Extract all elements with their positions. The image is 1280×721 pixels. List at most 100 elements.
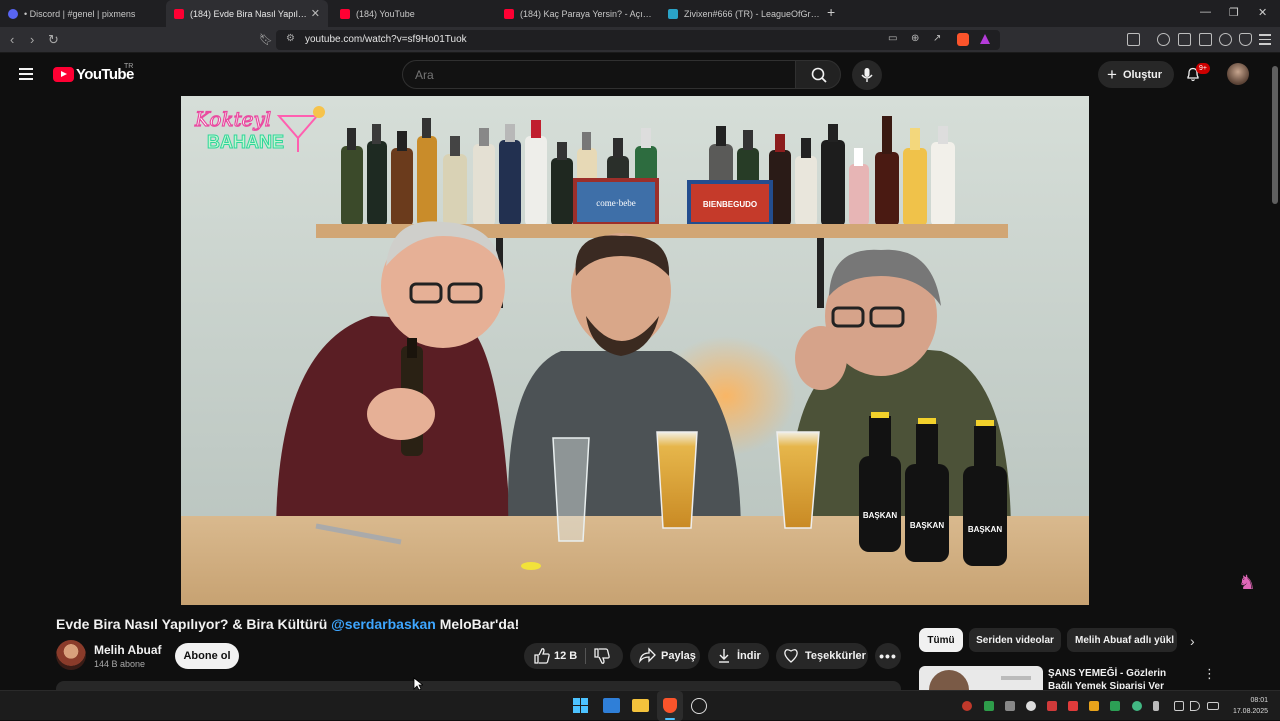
clock-time: 08:01 (1250, 697, 1268, 704)
tab-label: (184) Evde Bira Nasıl Yapılıyor (190, 8, 308, 19)
tray-app-icon[interactable] (1005, 701, 1015, 711)
wallet-icon[interactable] (1199, 33, 1212, 46)
channel-name[interactable]: Melih Abuaf (94, 643, 162, 657)
box-label-left: come·bebe (596, 198, 635, 208)
close-window-icon[interactable]: ✕ (1258, 6, 1267, 19)
mention-link[interactable]: @serdarbaskan (331, 616, 436, 632)
download-button[interactable]: İndir (708, 643, 769, 669)
tab-youtube-video[interactable]: (184) Evde Bira Nasıl Yapılıyor ✕ (166, 0, 328, 27)
chip-channel-uploads[interactable]: Melih Abuaf adlı yükl (1067, 628, 1177, 652)
tab-youtube-home[interactable]: (184) YouTube (332, 0, 492, 27)
search-box[interactable] (402, 60, 796, 89)
menu-icon[interactable] (1259, 34, 1271, 45)
new-tab-button[interactable]: + (827, 4, 835, 20)
scrollbar-thumb[interactable] (1272, 66, 1278, 204)
more-horiz-icon: ••• (879, 648, 897, 664)
thanks-heart-icon (784, 649, 798, 663)
chip-all[interactable]: Tümü (919, 628, 963, 652)
notifications-badge: 9+ (1196, 63, 1210, 74)
discord-icon (8, 8, 18, 19)
thanks-label: Teşekkürler (805, 650, 866, 662)
tab-leagueofgraphs[interactable]: Zivixen#666 (TR) - LeagueOfGraphs (660, 0, 820, 27)
music-icon[interactable] (1157, 33, 1170, 46)
box-label-right: BIENBEGUDO (703, 200, 757, 209)
tray-app-icon[interactable] (984, 701, 994, 711)
zoom-icon[interactable]: ⊕ (911, 33, 919, 44)
youtube-icon (340, 8, 350, 19)
video-frame: come·bebe BIENBEGUDO Kokteyl BAHANE BAŞK… (181, 96, 1089, 605)
bookmark-icon[interactable]: 🔖︎ (259, 33, 273, 46)
thanks-button[interactable]: Teşekkürler (776, 643, 868, 669)
video-player[interactable]: come·bebe BIENBEGUDO Kokteyl BAHANE BAŞK… (181, 96, 1089, 605)
tray-app-icon[interactable] (962, 701, 972, 711)
llama-icon: ♞ (1238, 572, 1256, 594)
youtube-icon (174, 8, 184, 19)
bottle-label: BAŞKAN (863, 511, 897, 520)
recommendation-title[interactable]: ŞANS YEMEĞİ - Gözlerin Bağlı Yemek Sipar… (1048, 667, 1188, 689)
voice-search-button[interactable] (852, 60, 882, 90)
like-count[interactable]: 12 B (554, 650, 577, 662)
sidebar-icon[interactable] (1178, 33, 1191, 46)
restore-icon[interactable]: ❐ (1229, 6, 1239, 19)
search-input[interactable] (415, 68, 775, 82)
share-icon (639, 647, 656, 664)
chip-series[interactable]: Seriden videolar (969, 628, 1061, 652)
tray-app-icon[interactable] (1132, 701, 1142, 711)
reload-icon[interactable]: ↻ (48, 32, 59, 48)
site-info-icon[interactable]: ⚙ (286, 33, 295, 44)
brave-rewards-icon[interactable] (980, 34, 990, 44)
back-icon[interactable]: ‹ (10, 32, 14, 47)
youtube-logo-icon[interactable] (53, 67, 74, 82)
tab-label: (184) Kaç Paraya Yersin? - Açık Artırm (520, 8, 655, 19)
media-icon[interactable] (1127, 33, 1140, 46)
more-actions-button[interactable]: ••• (875, 643, 901, 669)
like-dislike-group: 12 B (524, 643, 623, 669)
vpn-shield-icon[interactable] (1239, 33, 1252, 46)
close-tab-icon[interactable]: ✕ (311, 7, 320, 20)
download-icon (719, 649, 729, 663)
battery-icon[interactable] (1207, 702, 1219, 710)
dislike-icon[interactable] (592, 643, 612, 669)
account-avatar[interactable] (1227, 63, 1249, 85)
brave-shields-icon[interactable] (957, 33, 969, 46)
youtube-icon (504, 8, 514, 19)
tray-app-icon[interactable] (1026, 701, 1036, 711)
plus-icon: + (1107, 64, 1117, 84)
more-vert-icon[interactable]: ⋮ (1203, 666, 1216, 682)
windows-start-icon[interactable] (573, 698, 589, 714)
microphone-tray-icon[interactable] (1153, 701, 1159, 711)
like-icon[interactable] (532, 643, 552, 669)
tray-app-icon[interactable] (1110, 701, 1120, 711)
search-button[interactable] (795, 60, 841, 89)
create-label: Oluştur (1122, 68, 1163, 81)
video-title: Evde Bira Nasıl Yapılıyor? & Bira Kültür… (56, 616, 519, 632)
share-page-icon[interactable]: ↗ (933, 33, 941, 44)
brave-taskbar-button[interactable] (657, 691, 683, 721)
create-button[interactable]: + Oluştur (1098, 61, 1174, 88)
url-text: youtube.com/watch?v=sf9Ho01Tuok (305, 34, 467, 45)
tab-youtube-other[interactable]: (184) Kaç Paraya Yersin? - Açık Artırm (496, 0, 656, 27)
subscribe-button[interactable]: Abone ol (175, 643, 239, 669)
minimize-icon[interactable]: — (1200, 6, 1211, 18)
address-bar[interactable]: ⚙ youtube.com/watch?v=sf9Ho01Tuok ▭ ⊕ ↗ (276, 30, 1000, 50)
channel-avatar[interactable] (56, 640, 86, 670)
tray-app-icon[interactable] (1089, 701, 1099, 711)
network-icon[interactable] (1174, 701, 1184, 711)
tray-app-icon[interactable] (1068, 701, 1078, 711)
cast-icon[interactable]: ▭ (888, 33, 897, 44)
baskan-bottles: BAŞKAN BAŞKAN BAŞKAN (859, 412, 1007, 566)
recommendation-thumbnail[interactable] (919, 666, 1043, 690)
file-explorer-icon[interactable] (632, 699, 649, 712)
chatgpt-icon[interactable] (691, 698, 707, 714)
bottle-label: BAŞKAN (968, 525, 1002, 534)
chevron-right-icon[interactable]: › (1190, 633, 1195, 649)
share-button[interactable]: Paylaş (630, 643, 700, 669)
volume-icon[interactable] (1190, 701, 1200, 711)
leo-ai-icon[interactable] (1219, 33, 1232, 46)
tray-app-icon[interactable] (1047, 701, 1057, 711)
system-clock[interactable]: 08:01 17.08.2025 (1222, 695, 1268, 717)
tab-discord[interactable]: • Discord | #genel | pixmens (0, 0, 160, 27)
forward-icon[interactable]: › (30, 32, 34, 47)
widgets-icon[interactable] (603, 698, 620, 713)
hamburger-menu-icon[interactable] (19, 68, 33, 80)
